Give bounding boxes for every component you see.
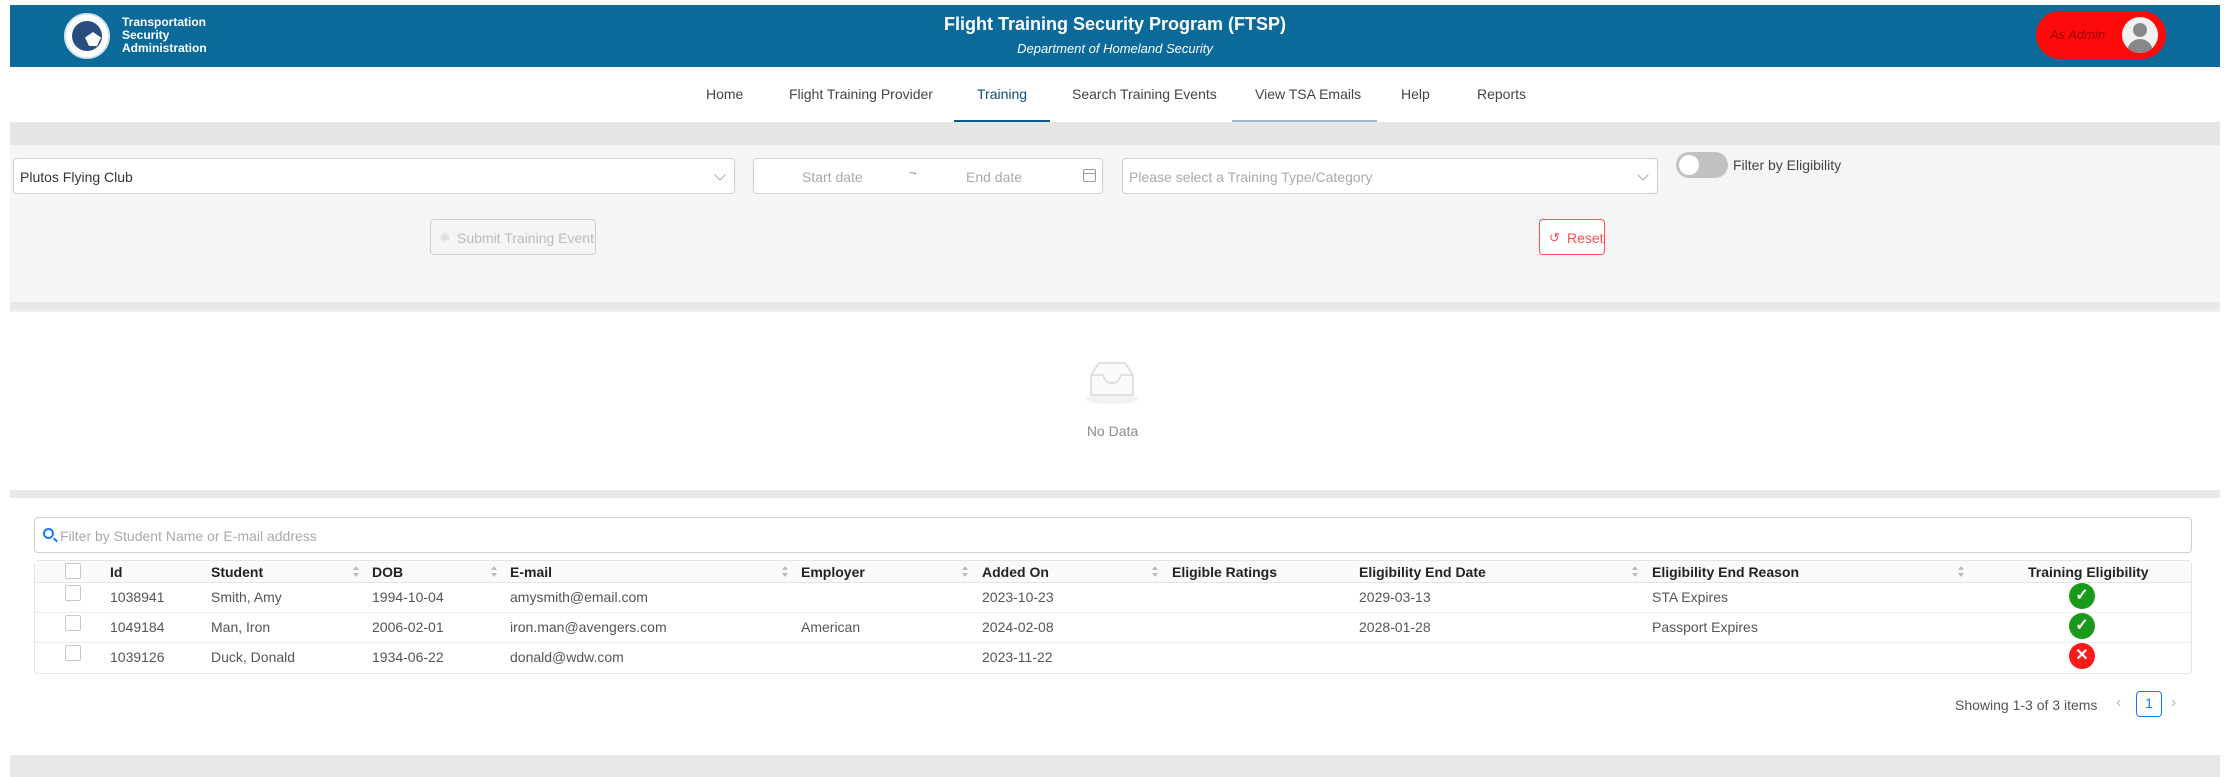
cell-dob: 2006-02-01 [372, 619, 444, 635]
provider-select-value: Plutos Flying Club [20, 169, 133, 185]
empty-state-text: No Data [1086, 423, 1139, 439]
search-icon [43, 528, 54, 539]
empty-inbox-icon [1086, 362, 1138, 404]
sort-icon[interactable] [1957, 565, 1965, 579]
column-header-email[interactable]: E-mail [510, 564, 552, 580]
cell-email: iron.man@avengers.com [510, 619, 667, 635]
nav-view-tsa-emails[interactable]: View TSA Emails [1255, 86, 1361, 102]
column-header-student[interactable]: Student [211, 564, 263, 580]
student-search-placeholder: Filter by Student Name or E-mail address [60, 528, 317, 544]
provider-select[interactable]: Plutos Flying Club [13, 158, 735, 194]
reset-button-label: Reset [1567, 230, 1604, 246]
app-subtitle: Department of Homeland Security [1017, 41, 1213, 56]
submit-button-label: Submit Training Event [457, 230, 594, 246]
nav-reports[interactable]: Reports [1477, 86, 1526, 102]
student-search-input[interactable]: Filter by Student Name or E-mail address [34, 517, 2192, 553]
avatar[interactable] [2122, 17, 2158, 53]
date-range-separator: ~ [909, 165, 918, 181]
sort-icon[interactable] [352, 565, 360, 579]
sort-icon[interactable] [781, 565, 789, 579]
reset-button[interactable]: ↺ Reset [1539, 219, 1605, 255]
eligibility-filter-toggle[interactable] [1676, 152, 1728, 178]
footer-bar [10, 755, 2220, 777]
column-header-eligibility-end-reason[interactable]: Eligibility End Reason [1652, 564, 1799, 580]
row-checkbox[interactable] [65, 645, 81, 661]
sort-icon[interactable] [961, 565, 969, 579]
chevron-right-icon[interactable]: › [2171, 694, 2176, 712]
pagination-page-1[interactable]: 1 [2136, 691, 2162, 717]
section-divider [10, 302, 2220, 310]
nav-home[interactable]: Home [706, 86, 743, 102]
training-type-placeholder: Please select a Training Type/Category [1129, 169, 1373, 185]
cell-eligibility-end-date: 2028-01-28 [1359, 619, 1431, 635]
chevron-down-icon [714, 169, 726, 181]
start-date-input[interactable]: Start date [802, 169, 863, 185]
app-header: Transportation Security Administration F… [10, 5, 2220, 67]
reset-icon: ↺ [1549, 230, 1560, 245]
eligible-check-icon [2069, 583, 2095, 609]
cell-id: 1038941 [110, 589, 165, 605]
user-menu[interactable]: As Admin [2036, 11, 2166, 59]
nav-search-training-events[interactable]: Search Training Events [1072, 86, 1217, 102]
sort-icon[interactable] [490, 565, 498, 579]
cell-student: Smith, Amy [211, 589, 282, 605]
ineligible-x-icon [2069, 643, 2095, 669]
cell-id: 1039126 [110, 649, 165, 665]
row-checkbox[interactable] [65, 585, 81, 601]
column-header-added-on[interactable]: Added On [982, 564, 1049, 580]
row-checkbox[interactable] [65, 615, 81, 631]
cell-student: Duck, Donald [211, 649, 296, 665]
chevron-down-icon [1637, 169, 1649, 181]
training-type-select[interactable]: Please select a Training Type/Category [1122, 158, 1658, 194]
cell-added-on: 2023-11-22 [982, 649, 1053, 665]
students-table: Id Student DOB E-mail Employer Added On … [34, 560, 2192, 674]
table-row[interactable]: 1049184 Man, Iron 2006-02-01 iron.man@av… [35, 613, 2191, 643]
cell-eligibility-end-reason: STA Expires [1652, 589, 1728, 605]
column-header-eligible-ratings[interactable]: Eligible Ratings [1172, 564, 1277, 580]
cell-email: amysmith@email.com [510, 589, 648, 605]
submit-training-event-button[interactable]: ⚛ Submit Training Event [430, 219, 596, 255]
column-header-employer[interactable]: Employer [801, 564, 865, 580]
column-header-id[interactable]: Id [110, 564, 122, 580]
calendar-icon [1083, 169, 1096, 182]
select-all-checkbox[interactable] [65, 563, 81, 579]
sort-icon[interactable] [1631, 565, 1639, 579]
section-divider [10, 490, 2220, 498]
column-header-training-eligibility[interactable]: Training Eligibility [2028, 564, 2149, 580]
cell-email: donald@wdw.com [510, 649, 624, 665]
table-header: Id Student DOB E-mail Employer Added On … [35, 561, 2191, 583]
column-header-eligibility-end-date[interactable]: Eligibility End Date [1359, 564, 1486, 580]
pagination-summary: Showing 1-3 of 3 items [1955, 697, 2098, 713]
submit-icon: ⚛ [439, 230, 451, 245]
user-role-label: As Admin [2050, 27, 2106, 42]
nav-flight-training-provider[interactable]: Flight Training Provider [789, 86, 933, 102]
filter-panel [10, 122, 2220, 312]
cell-eligibility-end-reason: Passport Expires [1652, 619, 1758, 635]
cell-added-on: 2024-02-08 [982, 619, 1054, 635]
column-header-dob[interactable]: DOB [372, 564, 403, 580]
cell-student: Man, Iron [211, 619, 271, 635]
cell-added-on: 2023-10-23 [982, 589, 1054, 605]
table-row[interactable]: 1038941 Smith, Amy 1994-10-04 amysmith@e… [35, 583, 2191, 613]
nav-training[interactable]: Training [977, 86, 1027, 102]
cell-eligibility-end-date: 2029-03-13 [1359, 589, 1431, 605]
cell-dob: 1934-06-22 [372, 649, 444, 665]
cell-dob: 1994-10-04 [372, 589, 444, 605]
nav-help[interactable]: Help [1401, 86, 1430, 102]
table-row[interactable]: 1039126 Duck, Donald 1934-06-22 donald@w… [35, 643, 2191, 673]
sort-icon[interactable] [1151, 565, 1159, 579]
eligibility-filter-label: Filter by Eligibility [1733, 157, 1842, 173]
cell-id: 1049184 [110, 619, 165, 635]
app-title: Flight Training Security Program (FTSP) [943, 14, 1287, 34]
date-range-picker[interactable]: Start date ~ End date [753, 158, 1103, 194]
main-nav: Home Flight Training Provider Training S… [0, 68, 2225, 122]
end-date-input[interactable]: End date [966, 169, 1022, 185]
eligible-check-icon [2069, 613, 2095, 639]
cell-employer: American [801, 619, 861, 635]
chevron-left-icon[interactable]: ‹ [2116, 694, 2121, 712]
